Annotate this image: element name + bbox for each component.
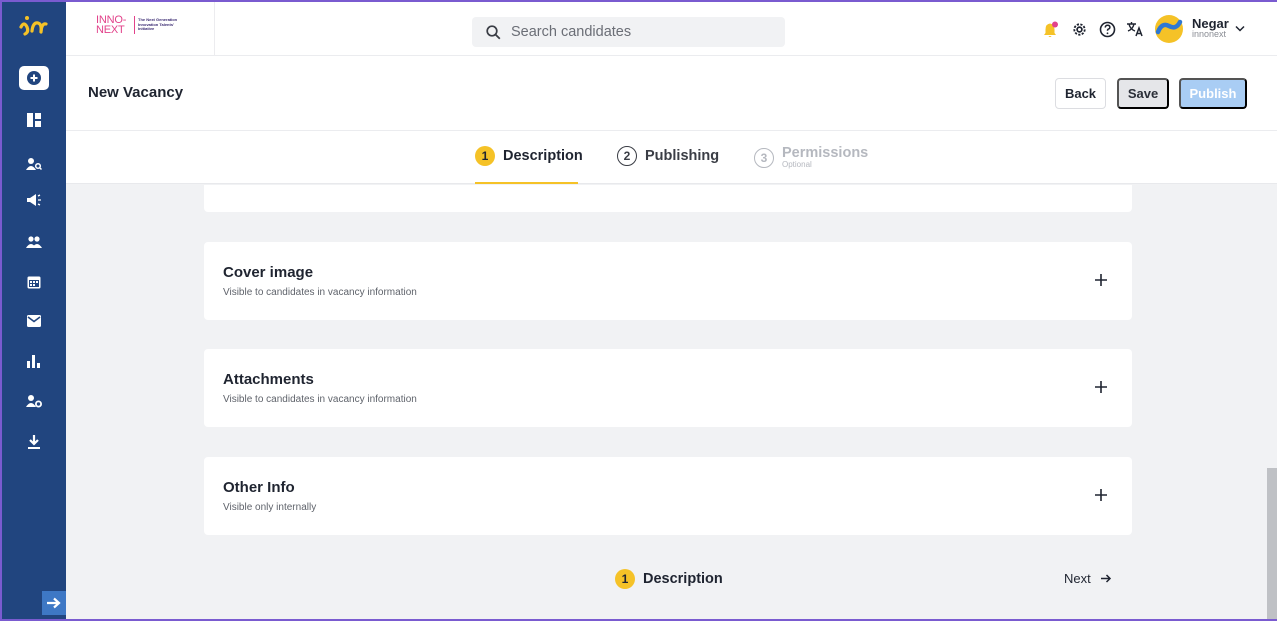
create-new-button[interactable] <box>19 66 49 90</box>
publish-button[interactable]: Publish <box>1179 78 1247 109</box>
section-subtitle: Visible only internally <box>223 502 317 513</box>
translate-icon <box>1127 22 1143 37</box>
user-menu[interactable]: Negar innonext <box>1192 16 1229 40</box>
section-title: Attachments <box>223 371 314 388</box>
user-org: innonext <box>1192 29 1227 39</box>
page-header: New Vacancy Back Save Publish <box>66 56 1277 131</box>
scrollbar-thumb[interactable] <box>1267 468 1277 619</box>
megaphone-icon <box>27 194 41 206</box>
dashboard-icon <box>27 113 41 127</box>
next-button[interactable]: Next <box>1064 571 1112 586</box>
notification-bell-icon <box>1044 21 1058 37</box>
innonext-logo-icon <box>19 16 48 36</box>
stepper: 1 Description 2 Publishing 3 Permissions… <box>66 131 1277 184</box>
section-other-info[interactable]: Other Info Visible only internally <box>204 457 1132 535</box>
brand-logo[interactable]: INNO-NEXT The Next Generation Innovation… <box>96 14 178 36</box>
sidebar-item-analytics[interactable] <box>22 349 46 373</box>
user-avatar-icon <box>1155 15 1183 43</box>
step-text: Permissions Optional <box>774 146 868 169</box>
expand-section-button[interactable] <box>1091 270 1111 290</box>
section-subtitle: Visible to candidates in vacancy informa… <box>223 394 417 405</box>
topbar-divider <box>214 2 215 56</box>
analytics-icon <box>27 355 40 368</box>
active-step-indicator <box>475 182 578 184</box>
section-title: Other Info <box>223 479 295 496</box>
top-bar: INNO-NEXT The Next Generation Innovation… <box>66 2 1277 56</box>
topbar-actions: Negar innonext <box>1039 13 1245 45</box>
settings-button[interactable] <box>1067 17 1091 41</box>
help-button[interactable] <box>1095 17 1119 41</box>
search-icon <box>486 24 501 39</box>
step-label: Description <box>643 571 723 587</box>
sidebar-item-user-settings[interactable] <box>22 389 46 413</box>
next-label: Next <box>1064 571 1091 586</box>
calendar-icon <box>27 276 41 289</box>
sidebar-item-downloads[interactable] <box>22 430 46 454</box>
step-sublabel: Optional <box>782 160 812 169</box>
sidebar-item-messages[interactable] <box>22 309 46 333</box>
brand-tagline: The Next Generation Innovation Talents' … <box>138 17 178 32</box>
section-attachments[interactable]: Attachments Visible to candidates in vac… <box>204 349 1132 427</box>
step-permissions[interactable]: 3 Permissions Optional <box>754 146 868 169</box>
app-logo[interactable] <box>2 2 66 48</box>
expand-sidebar-icon <box>47 597 61 609</box>
footer-current-step: 1 Description <box>615 569 723 589</box>
brand-name: INNO-NEXT <box>96 14 127 36</box>
chevron-down-icon[interactable] <box>1235 25 1245 32</box>
sidebar-item-calendar[interactable] <box>22 270 46 294</box>
step-label: Permissions <box>782 145 869 161</box>
plus-icon <box>1095 274 1107 286</box>
step-publishing[interactable]: 2 Publishing <box>617 146 719 166</box>
back-button[interactable]: Back <box>1055 78 1106 109</box>
arrow-right-icon <box>1100 574 1111 583</box>
plus-icon <box>1095 489 1107 501</box>
search-placeholder: Search candidates <box>511 24 632 40</box>
sidebar-item-team[interactable] <box>22 230 46 254</box>
step-number: 1 <box>615 569 635 589</box>
expand-section-button[interactable] <box>1091 485 1111 505</box>
page-title: New Vacancy <box>88 84 184 101</box>
brand-divider <box>134 16 135 34</box>
download-icon <box>28 435 40 449</box>
section-subtitle: Visible to candidates in vacancy informa… <box>223 287 417 298</box>
sidebar-item-dashboard[interactable] <box>22 108 46 132</box>
section-title: Cover image <box>223 264 314 281</box>
language-button[interactable] <box>1123 17 1147 41</box>
settings-gear-icon <box>1072 22 1086 36</box>
team-icon <box>26 236 42 248</box>
step-label: Description <box>503 148 583 164</box>
previous-section-card <box>204 185 1132 212</box>
help-icon <box>1099 21 1115 37</box>
avatar[interactable] <box>1154 14 1184 44</box>
step-number: 3 <box>754 147 774 168</box>
search-input[interactable]: Search candidates <box>472 17 785 47</box>
mail-icon <box>27 315 41 327</box>
user-name: Negar <box>1192 16 1229 31</box>
expand-section-button[interactable] <box>1091 377 1111 397</box>
candidate-search-icon <box>26 158 42 171</box>
step-label: Publishing <box>645 148 720 164</box>
user-settings-icon <box>26 395 42 408</box>
sidebar-item-candidates[interactable] <box>22 152 46 176</box>
expand-sidebar-button[interactable] <box>42 591 66 615</box>
step-description[interactable]: 1 Description <box>475 146 583 166</box>
sidebar-item-campaigns[interactable] <box>22 188 46 212</box>
add-icon <box>27 71 41 85</box>
save-button[interactable]: Save <box>1117 78 1169 109</box>
notifications-button[interactable] <box>1039 17 1063 41</box>
step-number: 2 <box>617 146 637 166</box>
sidebar <box>2 2 66 619</box>
plus-icon <box>1095 381 1107 393</box>
step-number: 1 <box>475 146 495 166</box>
section-cover-image[interactable]: Cover image Visible to candidates in vac… <box>204 242 1132 320</box>
app-window: INNO-NEXT The Next Generation Innovation… <box>0 0 1277 621</box>
